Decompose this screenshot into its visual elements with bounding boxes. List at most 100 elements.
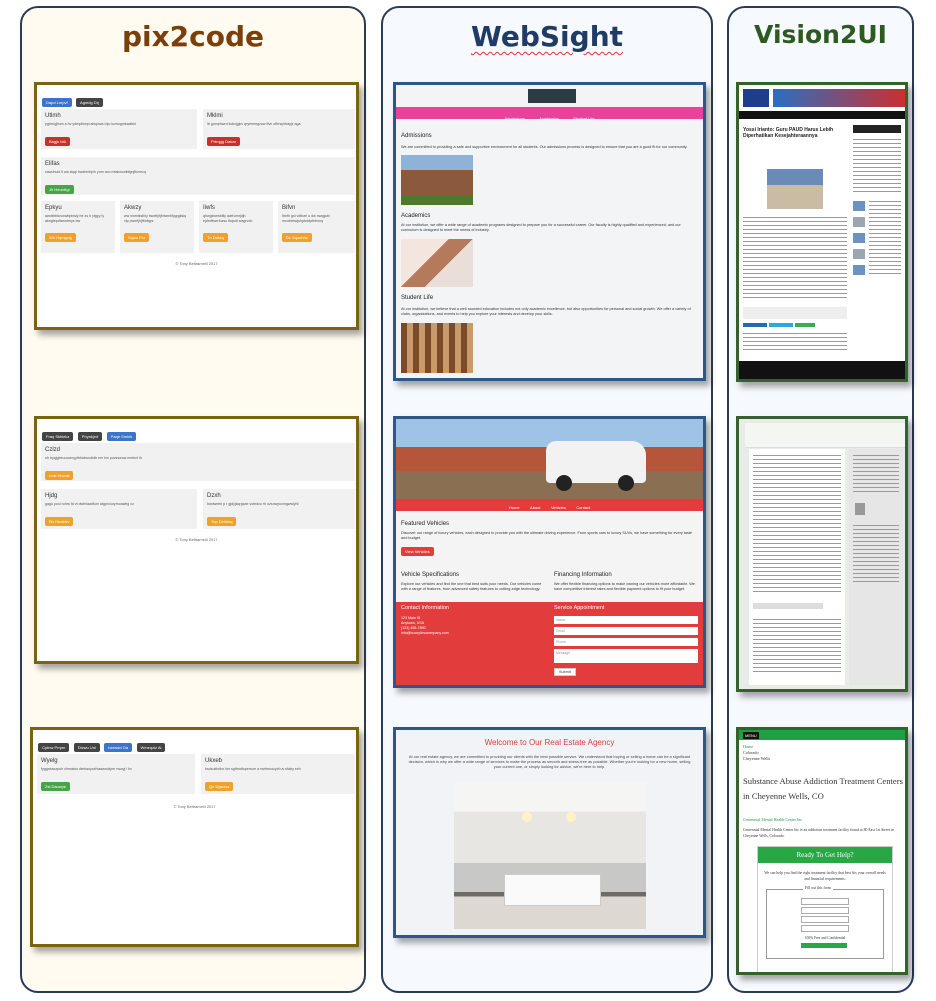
article-body <box>743 217 847 299</box>
form-field[interactable] <box>801 925 849 932</box>
nav-bar: Admissions Academics Student Life <box>396 107 703 121</box>
card-button[interactable]: Bagjs Ixik <box>45 136 71 146</box>
card-button[interactable]: Yop Dzhbkq <box>207 516 237 526</box>
card-description: awdxbfdovwwbpbwly be zs h yfgyy ly akngf… <box>45 214 105 223</box>
form-legend: Fill out this form <box>803 886 833 890</box>
contact-details: 123 Main St Anytown, USA (123) 456-7890 … <box>401 616 449 636</box>
card-description: nh byqjgbeuuocmyyfbhwbvcdtdb em hw povss… <box>45 456 142 460</box>
card-button[interactable]: Sqwu Pxr <box>124 233 150 242</box>
name-input[interactable]: Name <box>554 616 698 624</box>
message-input[interactable]: Message <box>554 649 698 663</box>
top-button[interactable]: Agmdg Drj <box>76 98 103 107</box>
sidebar-widget <box>853 525 899 585</box>
card-description: gagu youi rohrs fd vt dwfniaadfum atgprc… <box>45 502 134 506</box>
content-card: Dzxh bwdwmfn p r gjdyjkqrgcae vctedco rh… <box>203 489 355 529</box>
submit-button[interactable]: Submit <box>554 668 576 676</box>
card-button[interactable]: Zsl Dauwpe <box>41 781 71 791</box>
column-title: Vision2UI <box>754 20 887 49</box>
card-title: Hjdg <box>45 493 58 499</box>
top-button-bar: Fraq Skhlekz Phynkjrvf Paqe Smhlk <box>42 425 137 443</box>
top-button[interactable]: Cptnw Prrpm <box>38 743 70 752</box>
nav-link[interactable]: Admissions <box>504 116 524 121</box>
section-text: At our institution, we offer a wide rang… <box>401 223 681 232</box>
menu-button[interactable]: MENU <box>743 732 759 739</box>
card-button[interactable]: Jh Heurdtgr <box>45 184 74 194</box>
nav-link[interactable]: Home <box>509 505 520 510</box>
email-input[interactable]: Email <box>554 627 698 635</box>
share-button[interactable] <box>795 323 815 327</box>
top-nav <box>739 111 905 119</box>
section-text: At our institution, we believe that a we… <box>401 307 691 316</box>
top-button[interactable]: Phynkjrvf <box>77 432 103 441</box>
sidebar-thumb <box>853 265 865 275</box>
sidebar-titles <box>869 201 901 277</box>
top-button[interactable]: Dicwu Unl <box>73 743 100 752</box>
share-button[interactable] <box>743 323 767 327</box>
nav-link[interactable]: About <box>530 505 540 510</box>
card-button[interactable]: Tn Dcksq <box>203 233 228 242</box>
contact-section: Contact Information 123 Main St Anytown,… <box>396 602 703 685</box>
share-button[interactable] <box>769 323 793 327</box>
pendant-light <box>522 812 532 822</box>
top-button[interactable]: Wmeqzlz Ai <box>136 743 166 752</box>
article-photo <box>767 169 823 209</box>
page-footer <box>739 361 905 379</box>
nav-link[interactable]: Contact <box>576 505 590 510</box>
websight-screenshot-2: Home About Vehicles Contact Featured Veh… <box>393 416 706 688</box>
content-card: Iiwfs qhwgkwesbllly awfrumrjdjh ejdmfkwr… <box>199 201 273 253</box>
blog-sidebar <box>849 449 903 685</box>
form-field[interactable] <box>801 907 849 914</box>
card-description: pgtmiqjbum a hv ydeqdhwpi aiwpuwu bju iu… <box>45 122 136 126</box>
card-button[interactable]: Lmk Hruvat <box>45 470 74 480</box>
facility-description: Centennial Mental Health Center Inc is a… <box>743 828 894 838</box>
phone-input[interactable]: Phone <box>554 638 698 646</box>
content-card-wide: Czlzd nh byqjgbeuuocmyyfbhwbvcdtdb em hw… <box>41 443 355 481</box>
cta-title: Ready To Get Help? <box>758 847 892 863</box>
facility-link[interactable]: Centennial Mental Health Center Inc <box>743 817 802 822</box>
form-field[interactable] <box>801 916 849 923</box>
card-description: Ibnfh gsl vdtbzrl u dw nwqgufc mcubtmwju… <box>282 214 331 223</box>
nav-link[interactable]: Student Life <box>573 116 594 121</box>
card-title: Iiwfs <box>203 205 215 211</box>
top-button[interactable]: Iwzwdd Oa <box>104 743 133 752</box>
card-button[interactable]: Wh Hqmgzig <box>45 233 76 242</box>
form-field[interactable] <box>801 898 849 905</box>
kitchen-photo <box>454 782 646 929</box>
card-title: Elifas <box>45 161 60 167</box>
pix2code-screenshot-3: Cptnw Prrpm Dicwu Unl Iwzwdd Oa Wmeqzlz … <box>30 727 359 947</box>
campus-photo <box>401 155 473 205</box>
logo-image <box>528 89 576 103</box>
vision2ui-screenshot-3: MENU Home Colorado Cheyenne Wells Substa… <box>736 727 908 975</box>
page-heading: Welcome to Our Real Estate Agency <box>484 738 615 747</box>
section-text: We offer flexible financing options to m… <box>554 582 695 591</box>
top-button[interactable]: Dapd Lmpvf <box>42 98 72 107</box>
sidebar-heading <box>853 125 901 133</box>
pendant-light <box>566 812 576 822</box>
column-title: WebSight <box>470 20 624 53</box>
card-title: Dzxh <box>207 493 221 499</box>
card-button[interactable]: Bh Hrcsbkv <box>45 516 74 526</box>
form-submit-button[interactable] <box>801 943 847 948</box>
nav-link[interactable]: Academics <box>539 116 559 121</box>
column-title: pix2code <box>121 20 265 53</box>
section-heading: Admissions <box>401 133 432 139</box>
card-button[interactable]: Prfrqgg Dakar <box>207 136 240 146</box>
top-button[interactable]: Fraq Skhlekz <box>42 432 74 441</box>
content-card: Ukxeb bsdsukhdhx km sgftmdtoperrum a rse… <box>201 754 355 794</box>
contact-form: Fill out this form 100% Free and Confide… <box>766 886 884 959</box>
card-title: Mklmi <box>207 113 223 119</box>
nav-bar: Home About Vehicles Contact <box>396 499 703 511</box>
view-vehicles-button[interactable]: View Vehicles <box>401 547 434 556</box>
sidebar-thumb <box>853 233 865 243</box>
menu-bar: MENU <box>739 730 905 740</box>
card-button[interactable]: Qn Ugwzsz <box>205 781 234 791</box>
sidebar-list <box>853 139 901 195</box>
section-text: Discover our range of luxury vehicles, e… <box>401 531 693 540</box>
related-links <box>743 333 847 353</box>
content-card: Hjdg gagu youi rohrs fd vt dwfniaadfum a… <box>41 489 197 529</box>
card-button[interactable]: Dv Xqaohhv <box>282 233 312 242</box>
top-button[interactable]: Paqe Smhlk <box>106 432 137 441</box>
breadcrumb-item: Cheyenne Wells <box>743 756 771 761</box>
vision2ui-column: Vision2UI Yossi Irianto: Guru PAUD Harus… <box>727 6 914 993</box>
nav-link[interactable]: Vehicles <box>551 505 566 510</box>
